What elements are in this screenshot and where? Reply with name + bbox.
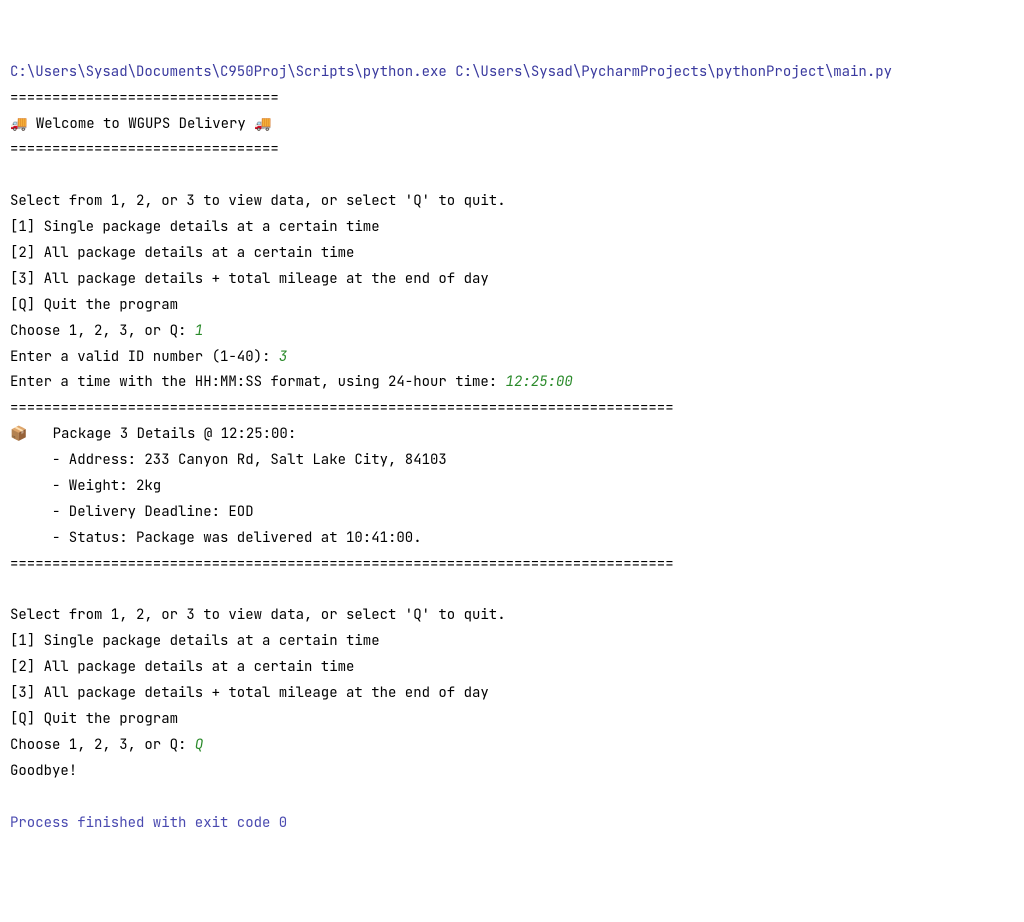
menu-option-1-repeat: [1] Single package details at a certain … [10, 629, 1014, 655]
choose-prompt: Choose 1, 2, 3, or Q: [10, 322, 195, 340]
detail-rule-bottom: ========================================… [10, 552, 1014, 578]
menu-prompt: Select from 1, 2, or 3 to view data, or … [10, 189, 1014, 215]
detail-rule-top: ========================================… [10, 396, 1014, 422]
blank-line [10, 163, 1014, 189]
menu-option-1: [1] Single package details at a certain … [10, 215, 1014, 241]
banner-rule-bottom: ================================ [10, 137, 1014, 163]
package-status: - Status: Package was delivered at 10:41… [10, 526, 1014, 552]
menu-option-q-repeat: [Q] Quit the program [10, 707, 1014, 733]
menu-option-3-repeat: [3] All package details + total mileage … [10, 681, 1014, 707]
choose-line-2: Choose 1, 2, 3, or Q: Q [10, 733, 1014, 759]
blank-line [10, 578, 1014, 604]
choose-line-1: Choose 1, 2, 3, or Q: 1 [10, 319, 1014, 345]
menu-option-q: [Q] Quit the program [10, 293, 1014, 319]
banner-rule-top: ================================ [10, 86, 1014, 112]
user-choice-q: Q [195, 736, 203, 754]
menu-option-2: [2] All package details at a certain tim… [10, 241, 1014, 267]
user-id-input: 3 [279, 348, 287, 366]
menu-option-3: [3] All package details + total mileage … [10, 267, 1014, 293]
truck-icon: 🚚 [254, 115, 271, 133]
exec-header: C:\Users\Sysad\Documents\C950Proj\Script… [10, 60, 1014, 86]
python-exe-path: C:\Users\Sysad\Documents\C950Proj\Script… [10, 63, 447, 81]
script-path: C:\Users\Sysad\PycharmProjects\pythonPro… [455, 63, 892, 81]
time-prompt: Enter a time with the HH:MM:SS format, u… [10, 373, 506, 391]
banner-title: Welcome to WGUPS Delivery [27, 115, 254, 133]
menu-option-2-repeat: [2] All package details at a certain tim… [10, 655, 1014, 681]
package-header-line: 📦 Package 3 Details @ 12:25:00: [10, 422, 1014, 448]
package-address: - Address: 233 Canyon Rd, Salt Lake City… [10, 448, 1014, 474]
id-line: Enter a valid ID number (1-40): 3 [10, 345, 1014, 371]
menu-prompt-2: Select from 1, 2, or 3 to view data, or … [10, 603, 1014, 629]
time-line: Enter a time with the HH:MM:SS format, u… [10, 370, 1014, 396]
user-time-input: 12:25:00 [506, 373, 573, 391]
user-choice-1: 1 [195, 322, 203, 340]
package-header: Package 3 Details @ 12:25:00: [27, 425, 296, 443]
goodbye: Goodbye! [10, 759, 1014, 785]
package-icon: 📦 [10, 425, 27, 443]
process-finished: Process finished with exit code 0 [10, 811, 1014, 837]
package-weight: - Weight: 2kg [10, 474, 1014, 500]
package-deadline: - Delivery Deadline: EOD [10, 500, 1014, 526]
truck-icon: 🚚 [10, 115, 27, 133]
blank-line [10, 785, 1014, 811]
banner-title-line: 🚚 Welcome to WGUPS Delivery 🚚 [10, 112, 1014, 138]
choose-prompt-2: Choose 1, 2, 3, or Q: [10, 736, 195, 754]
id-prompt: Enter a valid ID number (1-40): [10, 348, 279, 366]
